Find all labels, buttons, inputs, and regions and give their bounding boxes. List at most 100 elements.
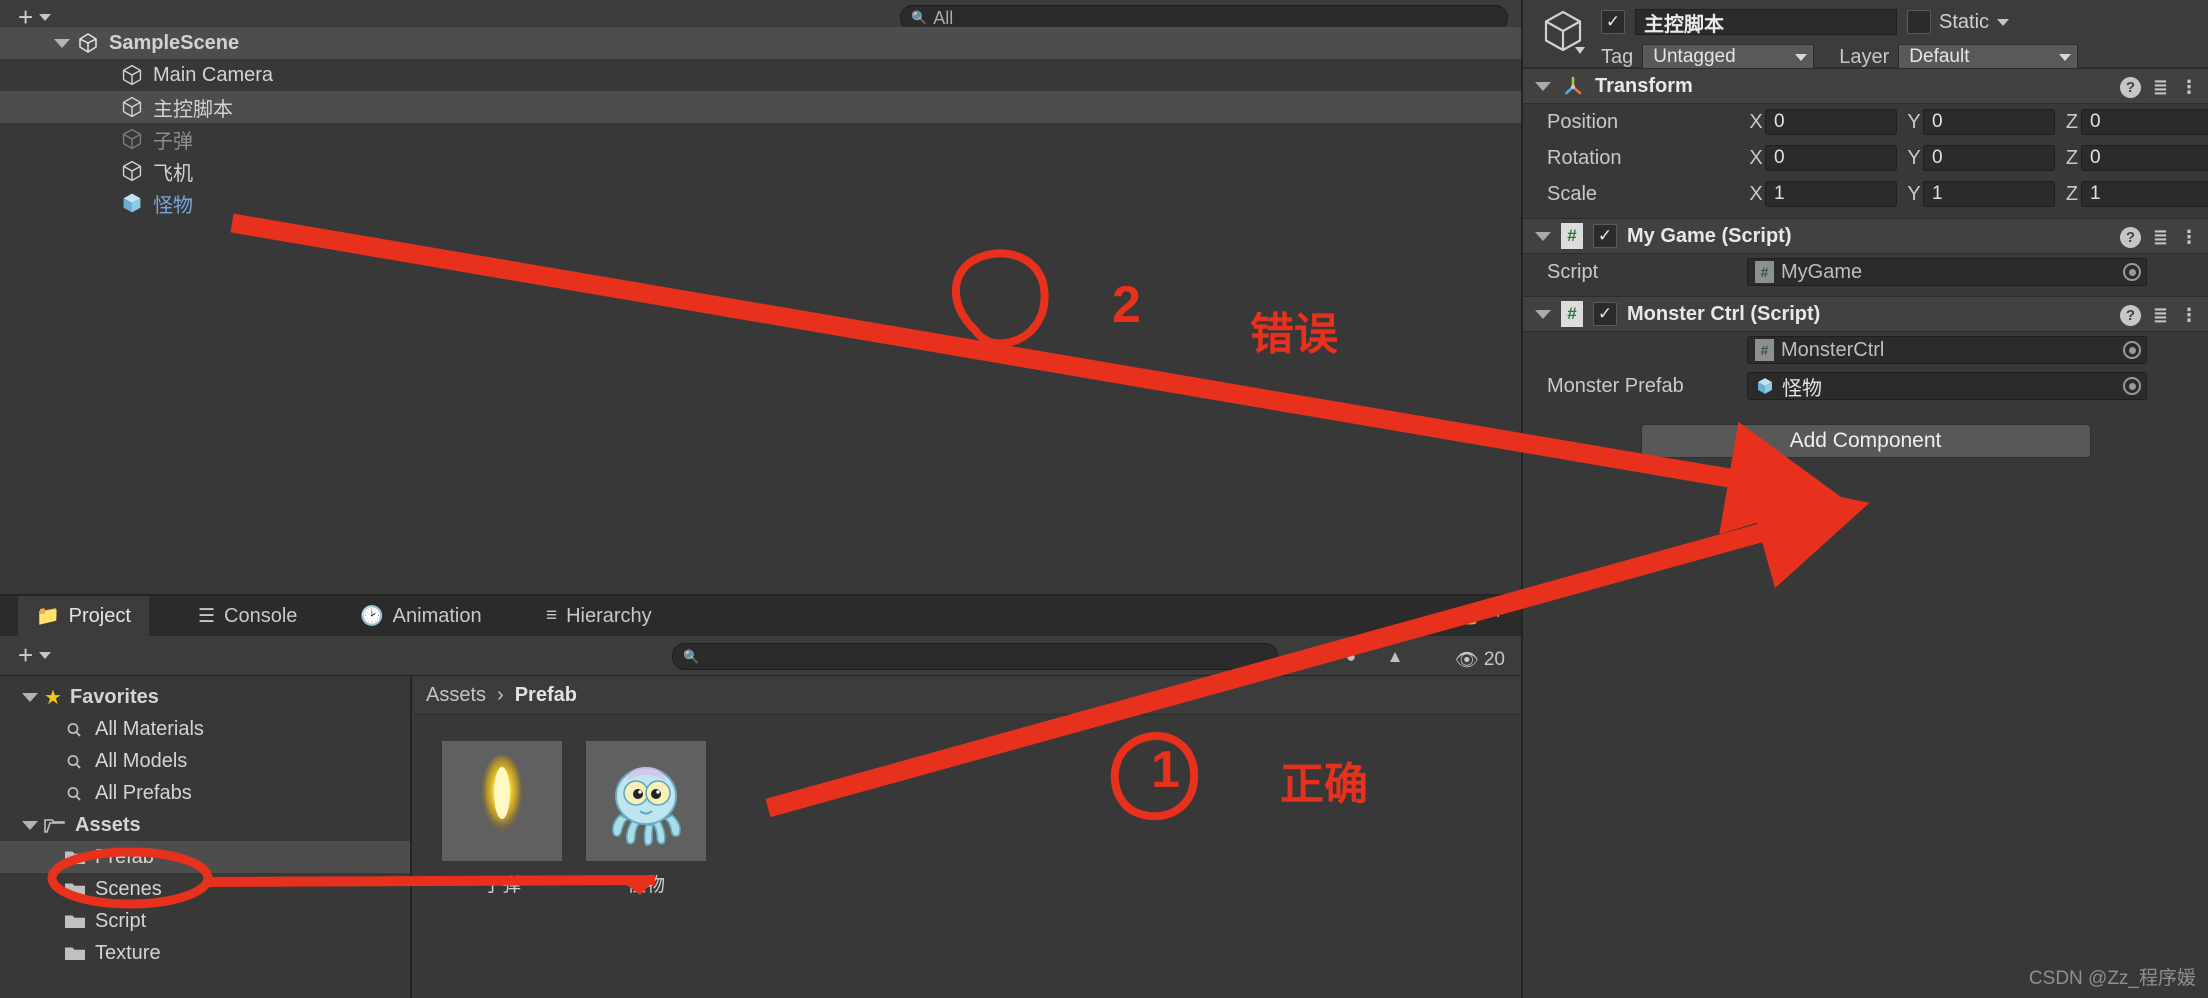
tag-value: Untagged xyxy=(1653,46,1736,67)
bullet-glow-thumbnail xyxy=(480,755,524,839)
layer-dropdown[interactable]: Default xyxy=(1898,44,2079,70)
axis-x-label: X xyxy=(1749,182,1763,205)
object-picker-icon[interactable] xyxy=(2123,341,2141,359)
search-filter-icon[interactable]: ▲ xyxy=(1380,645,1410,669)
help-icon[interactable]: ? xyxy=(2119,226,2141,248)
tab-label: Project xyxy=(68,604,131,627)
search-icon xyxy=(67,722,81,737)
search-by-type-icon[interactable]: ■ xyxy=(1292,645,1322,669)
hidden-packages-count[interactable]: 👁 20 xyxy=(1455,648,1505,672)
field-z-input[interactable]: 1 xyxy=(2081,181,2208,207)
search-by-label-icon[interactable]: ● xyxy=(1336,645,1366,669)
project-tabbar-kebab-menu[interactable]: ⋮ xyxy=(1489,600,1507,618)
project-tree-item-7[interactable]: Script xyxy=(0,905,410,937)
hierarchy-item-2[interactable]: 主控脚本 xyxy=(0,91,1521,123)
preset-icon[interactable]: ≣ xyxy=(2153,305,2168,326)
project-tree-item-5[interactable]: Prefab xyxy=(0,841,410,873)
transform-axis-icon xyxy=(1565,76,1582,95)
hierarchy-item-4[interactable]: 飞机 xyxy=(0,155,1521,187)
expand-triangle-icon[interactable] xyxy=(22,820,38,830)
kebab-menu-icon[interactable]: ⋮ xyxy=(2180,228,2198,246)
component-enabled-checkbox[interactable]: ✓ xyxy=(1593,224,1617,248)
project-add-button[interactable]: + xyxy=(18,642,52,668)
eye-slash-icon: 👁 xyxy=(1454,650,1479,671)
hierarchy-item-0[interactable]: SampleScene xyxy=(0,27,1521,59)
tab-project[interactable]: 📁 Project xyxy=(18,596,149,636)
cs-script-icon: # xyxy=(1755,261,1774,283)
field-x-input[interactable]: 1 xyxy=(1765,181,1897,207)
expand-triangle-icon[interactable] xyxy=(1535,309,1551,319)
field-x-input[interactable]: 0 xyxy=(1765,145,1897,171)
project-tree-item-0[interactable]: ★ Favorites xyxy=(0,681,410,713)
static-checkbox[interactable] xyxy=(1907,10,1931,34)
component-header-1[interactable]: # ✓ My Game (Script) ? ≣ ⋮ xyxy=(1523,218,2208,254)
wrong-marker-number: 2 xyxy=(1112,276,1141,334)
breadcrumb-root[interactable]: Assets xyxy=(426,684,486,707)
project-tree-item-6[interactable]: Scenes xyxy=(0,873,410,905)
tab-hierarchy[interactable]: ≡ Hierarchy xyxy=(528,596,670,636)
field-x-input[interactable]: 0 xyxy=(1765,109,1897,135)
chevron-down-icon[interactable] xyxy=(1997,18,2010,26)
project-tree-item-1[interactable]: All Materials xyxy=(0,713,410,745)
component-header-2[interactable]: # ✓ Monster Ctrl (Script) ? ≣ ⋮ xyxy=(1523,296,2208,332)
kebab-menu-icon[interactable]: ⋮ xyxy=(2180,306,2198,324)
hierarchy-item-label: 怪物 xyxy=(153,194,193,217)
hierarchy-item-5[interactable]: 怪物 xyxy=(0,187,1521,219)
field-y-input[interactable]: 0 xyxy=(1923,109,2055,135)
inspector-header: ✓ 主控脚本 Static Tag Untagged Layer Default xyxy=(1523,0,2208,70)
folder-icon xyxy=(65,915,85,928)
preset-icon[interactable]: ≣ xyxy=(2153,77,2168,98)
tag-dropdown[interactable]: Untagged xyxy=(1642,44,1815,70)
hierarchy-add-button[interactable]: + xyxy=(18,4,52,30)
object-picker-icon[interactable] xyxy=(2123,263,2141,281)
help-icon[interactable]: ? xyxy=(2119,304,2141,326)
tab-console[interactable]: ☰ Console xyxy=(180,596,315,636)
project-tree-item-4[interactable]: Assets xyxy=(0,809,410,841)
hierarchy-item-3[interactable]: 子弹 xyxy=(0,123,1521,155)
kebab-menu-icon[interactable]: ⋮ xyxy=(2180,78,2198,96)
asset-cell-1[interactable]: 怪物 xyxy=(586,741,706,897)
gameobject-name-input[interactable]: 主控脚本 xyxy=(1635,9,1897,36)
project-tree-item-8[interactable]: Texture xyxy=(0,937,410,969)
chevron-down-icon xyxy=(39,13,52,21)
asset-thumbnail[interactable] xyxy=(586,741,706,861)
lock-icon[interactable]: 🔒 xyxy=(1460,606,1481,626)
layer-label: Layer xyxy=(1839,45,1890,68)
gameobject-enabled-checkbox[interactable]: ✓ xyxy=(1601,10,1625,34)
field-z-input[interactable]: 0 xyxy=(2081,109,2208,135)
project-toolbar: + 🔍 ■ ● ▲ 👁 20 xyxy=(0,636,1521,676)
tab-animation[interactable]: 🕑 Animation xyxy=(342,596,500,636)
preset-icon[interactable]: ≣ xyxy=(2153,227,2168,248)
add-component-button[interactable]: Add Component xyxy=(1640,424,2091,458)
expand-triangle-icon[interactable] xyxy=(22,692,38,702)
field-y-input[interactable]: 1 xyxy=(1923,181,2055,207)
axis-z-label: Z xyxy=(2065,110,2079,133)
hierarchy-item-1[interactable]: Main Camera xyxy=(0,59,1521,91)
component-header-0[interactable]: Transform ? ≣ ⋮ xyxy=(1523,68,2208,104)
help-icon[interactable]: ? xyxy=(2119,76,2141,98)
object-reference-field[interactable]: # MonsterCtrl xyxy=(1747,336,2147,364)
component-enabled-checkbox[interactable]: ✓ xyxy=(1593,302,1617,326)
octopus-monster-thumbnail xyxy=(612,767,681,846)
project-search-input[interactable]: 🔍 xyxy=(672,643,1278,670)
asset-label: 怪物 xyxy=(626,875,665,896)
project-tree-item-2[interactable]: All Models xyxy=(0,745,410,777)
expand-triangle-icon[interactable] xyxy=(54,38,70,48)
asset-cell-0[interactable]: 子弹 xyxy=(442,741,562,897)
expand-triangle-icon[interactable] xyxy=(1535,81,1551,91)
tab-label: Animation xyxy=(392,604,482,627)
tag-label: Tag xyxy=(1601,45,1634,68)
axis-x-label: X xyxy=(1749,110,1763,133)
asset-thumbnail[interactable] xyxy=(442,741,562,861)
field-y-input[interactable]: 0 xyxy=(1923,145,2055,171)
object-reference-field[interactable]: # MyGame xyxy=(1747,258,2147,286)
project-tree-label: All Prefabs xyxy=(95,781,192,804)
project-tree-item-3[interactable]: All Prefabs xyxy=(0,777,410,809)
object-picker-icon[interactable] xyxy=(2123,377,2141,395)
object-reference-value: MonsterCtrl xyxy=(1781,338,1885,361)
field-z-input[interactable]: 0 xyxy=(2081,145,2208,171)
expand-triangle-icon[interactable] xyxy=(1535,231,1551,241)
object-reference-field[interactable]: 怪物 xyxy=(1747,372,2147,400)
tag-layer-row: Tag Untagged Layer Default xyxy=(1601,44,2079,70)
static-toggle[interactable]: Static xyxy=(1907,10,2010,34)
